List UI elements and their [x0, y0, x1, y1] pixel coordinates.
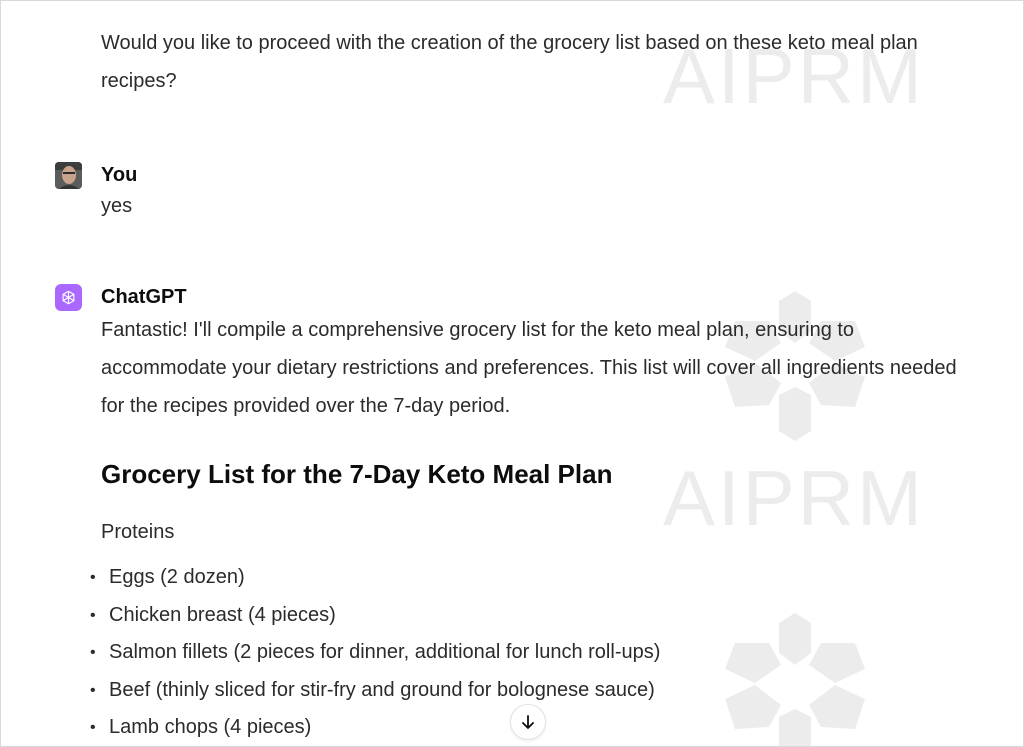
list-item: • Beef (thinly sliced for stir-fry and gr… — [87, 672, 887, 710]
chat-window: AIPRM AIPRM Would you like to proceed wi… — [0, 0, 1024, 747]
grocery-list-heading: Grocery List for the 7-Day Keto Meal Pla… — [101, 459, 613, 489]
user-message-text: yes — [101, 195, 133, 217]
bullet-glyph: • — [90, 644, 96, 661]
proteins-list: • Eggs (2 dozen) • Chicken breast (4 piece… — [87, 559, 887, 746]
bullet-glyph: • — [90, 719, 96, 736]
assistant-message-text: Fantastic! I'll compile a comprehensive … — [101, 319, 957, 417]
list-item: • Chicken breast (4 pieces) — [87, 597, 887, 635]
proteins-section-label: Proteins — [101, 521, 175, 543]
list-item-text: Beef (thinly sliced for stir-fry and gro… — [109, 678, 655, 701]
list-item-text: Eggs (2 dozen) — [109, 566, 245, 588]
conversation: Would you like to proceed with the creat… — [1, 1, 1023, 746]
bullet-glyph: • — [90, 569, 96, 586]
assistant-previous-message: Would you like to proceed with the creat… — [101, 32, 918, 92]
user-author-name: You — [101, 164, 138, 186]
user-photo-avatar — [55, 162, 82, 189]
bullet-glyph: • — [90, 681, 96, 699]
list-item-text: Lamb chops (4 pieces) — [109, 716, 312, 738]
bullet-glyph: • — [90, 606, 96, 624]
list-item-text: Salmon fillets (2 pieces for dinner, add… — [109, 641, 661, 663]
arrow-down-icon — [522, 715, 534, 729]
list-item: • Eggs (2 dozen) — [87, 559, 887, 597]
list-item: • Salmon fillets (2 pieces for dinner, ad… — [87, 634, 887, 672]
list-item: • Lamb chops (4 pieces) — [87, 709, 887, 746]
openai-logo-icon — [55, 284, 82, 311]
list-item-text: Chicken breast (4 pieces) — [109, 603, 336, 626]
assistant-message: ChatGPT Fantastic! I'll compile a compre… — [55, 284, 957, 434]
scroll-to-bottom-button[interactable] — [510, 704, 546, 740]
assistant-author-name: ChatGPT — [101, 286, 187, 308]
user-message: You yes — [55, 162, 955, 232]
